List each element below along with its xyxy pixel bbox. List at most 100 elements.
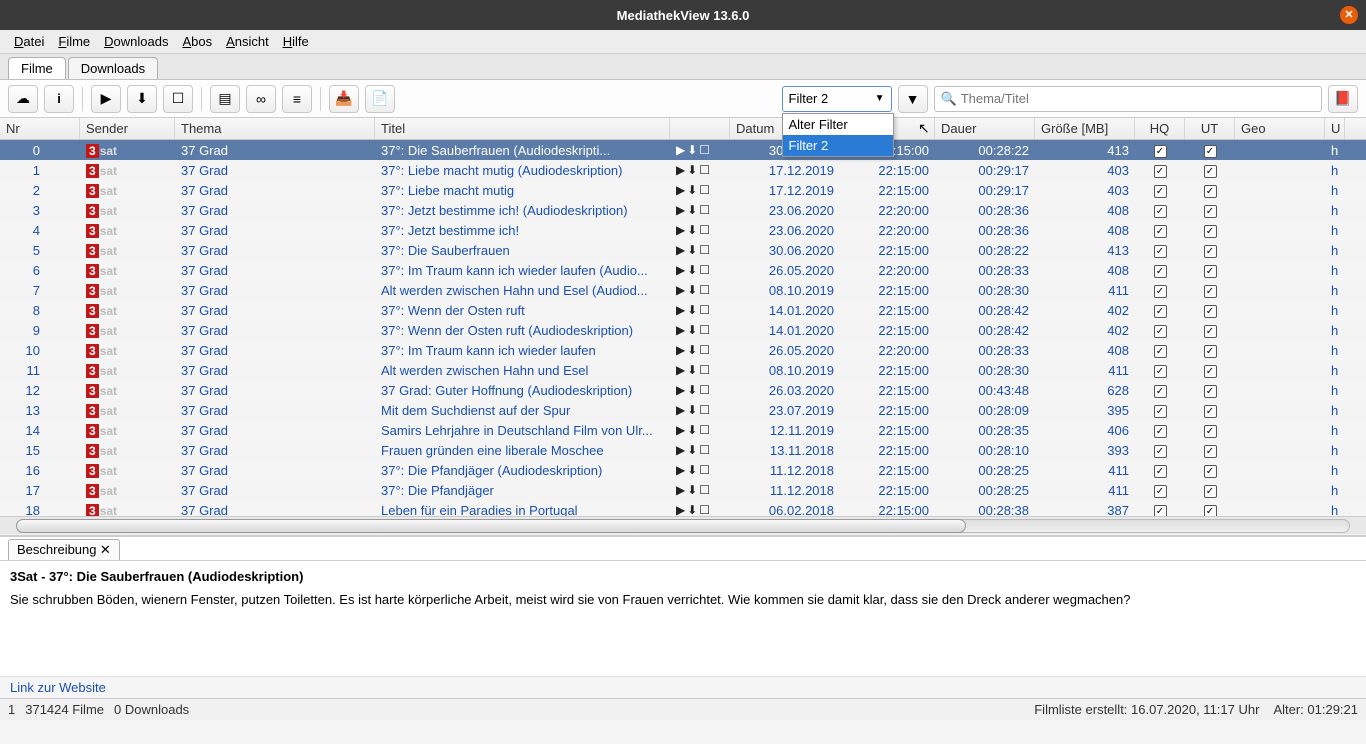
play-icon[interactable]: ▶ (676, 163, 685, 177)
bookmark-icon[interactable]: ☐ (699, 183, 710, 197)
download-icon[interactable]: ⬇ (687, 383, 697, 397)
table-row[interactable]: 123sat37 Grad37 Grad: Guter Hoffnung (Au… (0, 380, 1366, 400)
play-icon[interactable]: ▶ (676, 403, 685, 417)
download-icon[interactable]: ⬇ (687, 183, 697, 197)
play-button[interactable]: ▶ (91, 85, 121, 113)
bookmark-icon[interactable]: ☐ (699, 303, 710, 317)
search-input[interactable] (961, 91, 1315, 106)
col-ut[interactable]: UT (1185, 118, 1235, 139)
main-tab[interactable]: Downloads (68, 57, 158, 79)
bookmark-button[interactable]: ☐ (163, 85, 193, 113)
filter-select[interactable]: Filter 2 ▼ Alter Filter Filter 2 (782, 86, 892, 112)
download-icon[interactable]: ⬇ (687, 503, 697, 516)
table-row[interactable]: 83sat37 Grad37°: Wenn der Osten ruft▶⬇☐1… (0, 300, 1366, 320)
database-button[interactable]: ≡ (282, 85, 312, 113)
play-icon[interactable]: ▶ (676, 483, 685, 497)
bookmark-icon[interactable]: ☐ (699, 423, 710, 437)
play-icon[interactable]: ▶ (676, 323, 685, 337)
download-icon[interactable]: ⬇ (687, 363, 697, 377)
inbox-button[interactable]: 📥 (329, 85, 359, 113)
book-button[interactable]: 📕 (1328, 85, 1358, 113)
play-icon[interactable]: ▶ (676, 343, 685, 357)
table-row[interactable]: 93sat37 Grad37°: Wenn der Osten ruft (Au… (0, 320, 1366, 340)
table-row[interactable]: 43sat37 Grad37°: Jetzt bestimme ich!▶⬇☐2… (0, 220, 1366, 240)
filter-option[interactable]: Filter 2 (783, 135, 893, 156)
bookmark-icon[interactable]: ☐ (699, 323, 710, 337)
download-icon[interactable]: ⬇ (687, 203, 697, 217)
bookmark-icon[interactable]: ☐ (699, 163, 710, 177)
download-icon[interactable]: ⬇ (687, 303, 697, 317)
table-row[interactable]: 53sat37 Grad37°: Die Sauberfrauen▶⬇☐30.0… (0, 240, 1366, 260)
close-icon[interactable]: ✕ (1340, 6, 1358, 24)
table-row[interactable]: 153sat37 GradFrauen gründen eine liberal… (0, 440, 1366, 460)
cloud-download-button[interactable]: ☁ (8, 85, 38, 113)
play-icon[interactable]: ▶ (676, 243, 685, 257)
col-url[interactable]: U (1325, 118, 1345, 139)
horizontal-scrollbar[interactable] (0, 516, 1366, 534)
table-row[interactable]: 163sat37 Grad37°: Die Pfandjäger (Audiod… (0, 460, 1366, 480)
download-icon[interactable]: ⬇ (687, 283, 697, 297)
list-view-button[interactable]: ▤ (210, 85, 240, 113)
bookmark-icon[interactable]: ☐ (699, 403, 710, 417)
table-row[interactable]: 143sat37 GradSamirs Lehrjahre in Deutsch… (0, 420, 1366, 440)
table-row[interactable]: 23sat37 Grad37°: Liebe macht mutig▶⬇☐17.… (0, 180, 1366, 200)
table-row[interactable]: 03sat37 Grad37°: Die Sauberfrauen (Audio… (0, 140, 1366, 160)
bookmark-icon[interactable]: ☐ (699, 463, 710, 477)
filter-icon-button[interactable]: ▼ (898, 85, 928, 113)
download-icon[interactable]: ⬇ (687, 163, 697, 177)
play-icon[interactable]: ▶ (676, 303, 685, 317)
bookmark-icon[interactable]: ☐ (699, 203, 710, 217)
table-row[interactable]: 183sat37 GradLeben für ein Paradies in P… (0, 500, 1366, 516)
bookmark-icon[interactable]: ☐ (699, 143, 710, 157)
download-icon[interactable]: ⬇ (687, 323, 697, 337)
table-row[interactable]: 113sat37 GradAlt werden zwischen Hahn un… (0, 360, 1366, 380)
col-sender[interactable]: Sender (80, 118, 175, 139)
bookmark-icon[interactable]: ☐ (699, 243, 710, 257)
play-icon[interactable]: ▶ (676, 423, 685, 437)
play-icon[interactable]: ▶ (676, 143, 685, 157)
play-icon[interactable]: ▶ (676, 443, 685, 457)
table-row[interactable]: 73sat37 GradAlt werden zwischen Hahn und… (0, 280, 1366, 300)
download-icon[interactable]: ⬇ (687, 343, 697, 357)
table-row[interactable]: 33sat37 Grad37°: Jetzt bestimme ich! (Au… (0, 200, 1366, 220)
cloud-button[interactable]: ∞ (246, 85, 276, 113)
menu-item[interactable]: Downloads (98, 32, 174, 51)
col-actions[interactable] (670, 118, 730, 139)
download-icon[interactable]: ⬇ (687, 223, 697, 237)
download-icon[interactable]: ⬇ (687, 143, 697, 157)
menu-item[interactable]: Abos (176, 32, 218, 51)
download-button[interactable]: ⬇ (127, 85, 157, 113)
col-dauer[interactable]: Dauer (935, 118, 1035, 139)
bookmark-icon[interactable]: ☐ (699, 223, 710, 237)
play-icon[interactable]: ▶ (676, 183, 685, 197)
play-icon[interactable]: ▶ (676, 463, 685, 477)
bookmark-icon[interactable]: ☐ (699, 443, 710, 457)
play-icon[interactable]: ▶ (676, 263, 685, 277)
document-button[interactable]: 📄 (365, 85, 395, 113)
table-row[interactable]: 173sat37 Grad37°: Die Pfandjäger▶⬇☐11.12… (0, 480, 1366, 500)
menu-item[interactable]: Ansicht (220, 32, 275, 51)
bookmark-icon[interactable]: ☐ (699, 363, 710, 377)
filter-option[interactable]: Alter Filter (783, 114, 893, 135)
play-icon[interactable]: ▶ (676, 203, 685, 217)
download-icon[interactable]: ⬇ (687, 243, 697, 257)
bookmark-icon[interactable]: ☐ (699, 503, 710, 516)
bookmark-icon[interactable]: ☐ (699, 283, 710, 297)
col-nr[interactable]: Nr (0, 118, 80, 139)
download-icon[interactable]: ⬇ (687, 263, 697, 277)
col-thema[interactable]: Thema (175, 118, 375, 139)
menu-item[interactable]: Hilfe (277, 32, 315, 51)
website-link[interactable]: Link zur Website (0, 676, 1366, 698)
download-icon[interactable]: ⬇ (687, 463, 697, 477)
info-button[interactable]: i (44, 85, 74, 113)
close-tab-icon[interactable]: ✕ (100, 542, 111, 557)
search-box[interactable]: 🔍 (934, 86, 1323, 112)
menu-item[interactable]: Filme (52, 32, 96, 51)
table-row[interactable]: 13sat37 Grad37°: Liebe macht mutig (Audi… (0, 160, 1366, 180)
bookmark-icon[interactable]: ☐ (699, 263, 710, 277)
description-tab[interactable]: Beschreibung ✕ (8, 539, 120, 560)
table-row[interactable]: 103sat37 Grad37°: Im Traum kann ich wied… (0, 340, 1366, 360)
play-icon[interactable]: ▶ (676, 223, 685, 237)
bookmark-icon[interactable]: ☐ (699, 383, 710, 397)
main-tab[interactable]: Filme (8, 57, 66, 79)
